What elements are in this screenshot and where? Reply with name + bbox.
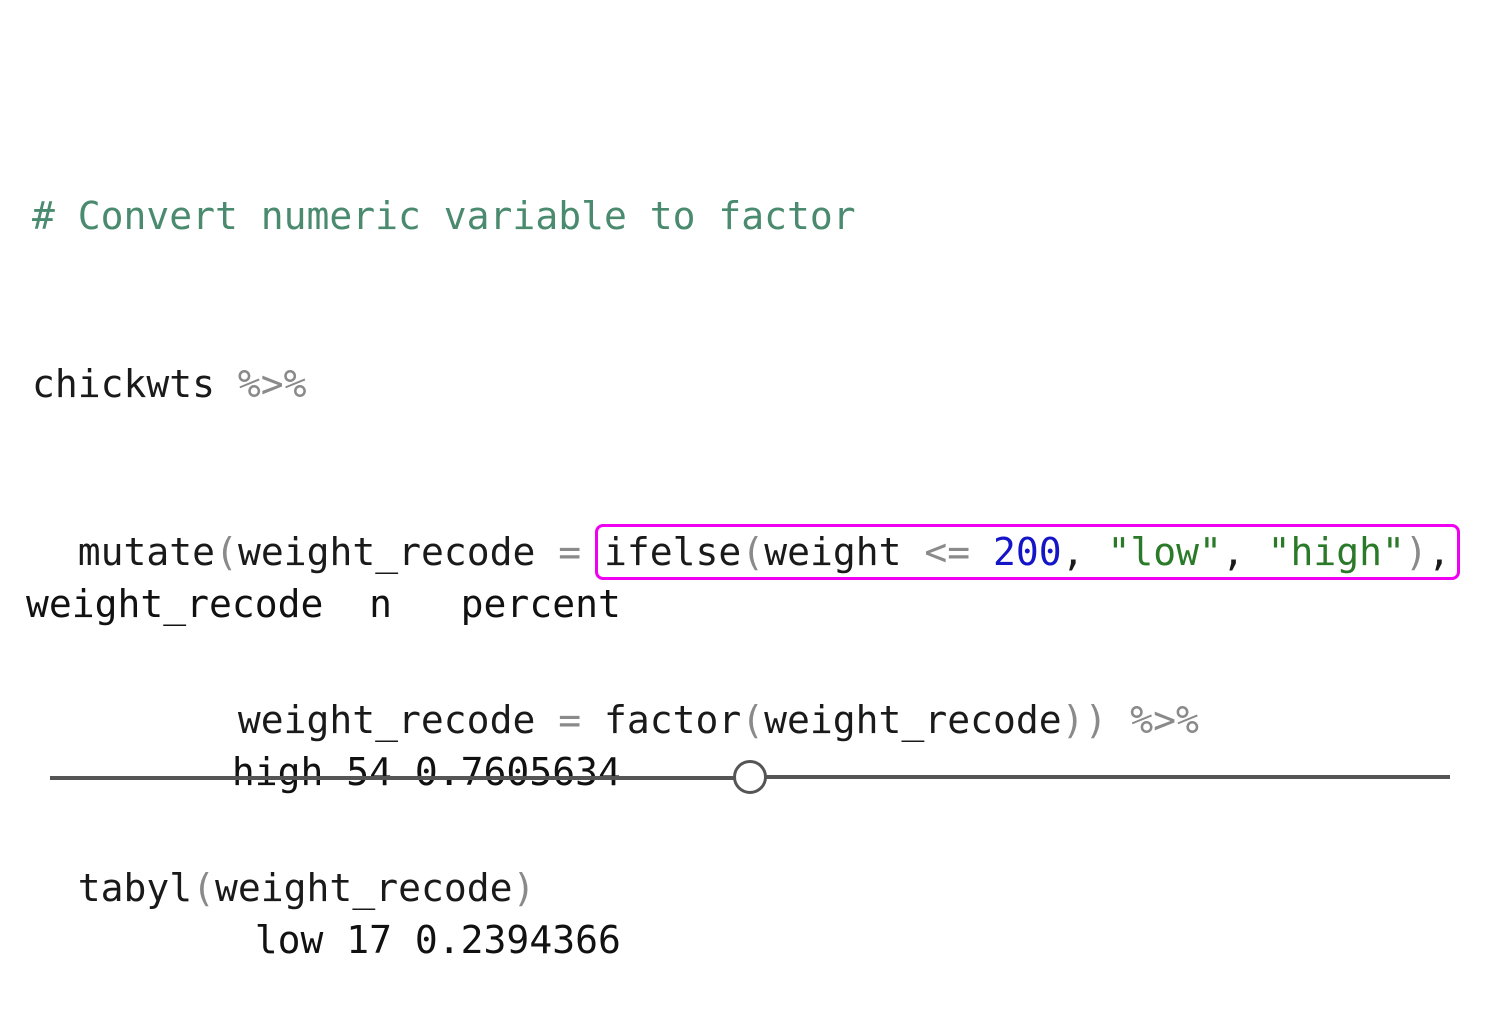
code-arg-weight-recode: weight_recode (764, 698, 1062, 742)
code-comment: # Convert numeric variable to factor (32, 194, 856, 238)
slider-thumb[interactable] (733, 760, 767, 794)
slider-track-left[interactable] (50, 776, 735, 780)
code-pipe-operator: %>% (1130, 698, 1199, 742)
code-line-comment: # Convert numeric variable to factor (32, 188, 1460, 244)
code-comma: , (1427, 530, 1451, 574)
code-comma: , (1221, 530, 1245, 574)
code-paren-open: ( (741, 530, 765, 574)
code-line-2: chickwts %>% (32, 356, 1460, 412)
output-row-low: low 17 0.2394366 (26, 918, 621, 962)
progress-slider[interactable] (50, 756, 1450, 802)
code-number-200: 200 (993, 530, 1062, 574)
ifelse-highlight-box: ifelse(weight <= 200, "low", "high"), (595, 524, 1460, 580)
code-paren-close: ) (1404, 530, 1428, 574)
console-output: weight_recode n percent high 54 0.760563… (26, 464, 621, 1024)
code-paren-open: ( (741, 698, 765, 742)
code-pipe-operator: %>% (237, 362, 307, 406)
slider-track-right[interactable] (765, 775, 1450, 779)
code-paren-close: )) (1061, 698, 1108, 742)
code-string-high: "high" (1267, 530, 1405, 574)
code-operator-lte: <= (924, 530, 971, 574)
code-comma: , (1061, 530, 1085, 574)
code-func-factor: factor (604, 698, 742, 742)
code-func-ifelse: ifelse (604, 530, 742, 574)
output-header: weight_recode n percent (26, 582, 621, 626)
code-string-low: "low" (1107, 530, 1222, 574)
code-ident-chickwts: chickwts (32, 362, 216, 406)
code-ident-weight: weight (764, 530, 902, 574)
